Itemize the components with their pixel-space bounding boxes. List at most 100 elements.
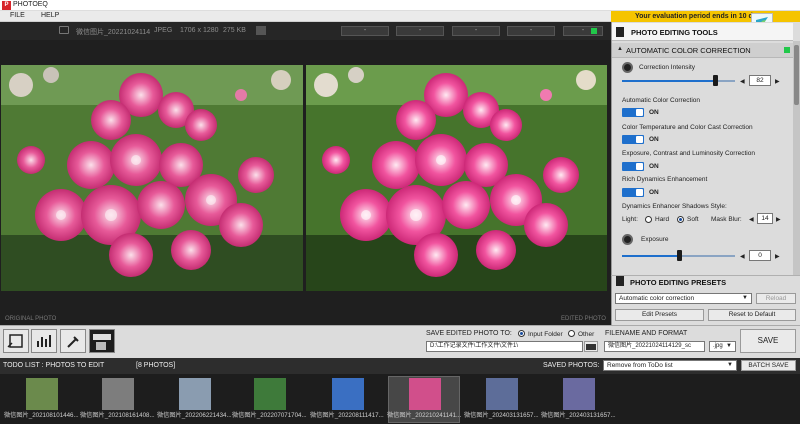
edit-presets-button[interactable]: Edit Presets — [615, 309, 704, 321]
original-photo-caption: ORIGINAL PHOTO — [5, 316, 57, 322]
mask-blur-value[interactable]: 14 — [757, 213, 773, 224]
thumbnail-caption: 微信图片_202403131657... — [464, 412, 539, 419]
collapse-icon[interactable]: ▲ — [617, 46, 623, 52]
thumbnail-image[interactable] — [102, 378, 134, 410]
hard-label: Hard — [655, 216, 670, 223]
shadows-style-label: Dynamics Enhancer Shadows Style: — [622, 203, 727, 210]
saved-chevron-down-icon: ▼ — [727, 362, 733, 368]
todo-count: [8 PHOTOS] — [136, 362, 176, 369]
image-filename: 微信图片_20221024114 — [76, 29, 151, 36]
color-temp-toggle[interactable] — [622, 135, 644, 144]
saved-photos-label: SAVED PHOTOS: — [543, 362, 600, 369]
crop-tool-button[interactable] — [3, 329, 29, 353]
input-folder-radio[interactable] — [518, 330, 525, 337]
tools-title: PHOTO EDITING TOOLS — [631, 28, 718, 37]
menu-help[interactable]: HELP — [41, 12, 59, 19]
view-button-2[interactable]: - — [396, 26, 444, 36]
thumbnail-image[interactable] — [332, 378, 364, 410]
format-select[interactable]: .jpg ▼ — [709, 341, 736, 352]
batch-save-button[interactable]: BATCH SAVE — [741, 360, 796, 371]
mask-blur-decrease-icon[interactable]: ◀ — [749, 216, 754, 223]
image-size: 275 KB — [223, 27, 246, 34]
saved-photos-select[interactable]: Remove from ToDo list ▼ — [603, 360, 737, 371]
mask-blur-label: Mask Blur: — [711, 216, 742, 223]
intensity-slider-thumb[interactable] — [712, 75, 718, 86]
exposure-label: Exposure — [641, 236, 669, 243]
reload-button[interactable]: Reload — [756, 293, 796, 304]
toggle-label-auto-color: Automatic Color Correction — [622, 97, 701, 104]
view-button-5[interactable]: - — [563, 26, 603, 36]
light-label: Light: — [622, 216, 638, 223]
title-bar: P PHOTOEQ — [0, 0, 800, 11]
decrease-arrow-icon[interactable]: ◀ — [740, 78, 745, 85]
original-photo[interactable] — [1, 65, 303, 291]
compare-view-button[interactable] — [89, 329, 115, 353]
edited-photo-caption: EDITED PHOTO — [561, 316, 606, 322]
edited-photo[interactable] — [306, 65, 607, 291]
view-button-3[interactable]: - — [452, 26, 500, 36]
toggle-label-color-temp: Color Temperature and Color Cast Correct… — [622, 124, 753, 131]
intensity-value[interactable]: 82 — [749, 75, 771, 86]
view-button-1[interactable]: - — [341, 26, 389, 36]
exposure-contrast-state: ON — [649, 163, 659, 170]
toggle-label-rich-dynamics: Rich Dynamics Enhancement — [622, 176, 708, 183]
exposure-decrease-icon[interactable]: ◀ — [740, 253, 745, 260]
thumbnail-caption: 微信图片_202210241141... — [387, 412, 462, 419]
save-path-field[interactable]: D:\工作记录文件\工作文件\文件1\ — [426, 341, 583, 352]
thumbnail-caption: 微信图片_202108101446... — [4, 412, 79, 419]
thumbnail-image[interactable] — [26, 378, 58, 410]
tools-scrollbar-thumb[interactable] — [794, 45, 799, 105]
exposure-increase-icon[interactable]: ▶ — [775, 253, 780, 260]
todo-title: TODO LIST : PHOTOS TO EDIT — [3, 362, 105, 369]
section-header[interactable]: ▲ AUTOMATIC COLOR CORRECTION — [612, 43, 793, 58]
compare-icon[interactable] — [256, 26, 266, 35]
section-status-indicator — [784, 47, 790, 53]
auto-color-state: ON — [649, 109, 659, 116]
soft-radio[interactable] — [677, 216, 684, 223]
format-value: .jpg — [713, 343, 723, 349]
image-dimensions: 1706 x 1280 — [180, 27, 219, 34]
exposure-slider-fill — [622, 255, 679, 257]
preset-select[interactable]: Automatic color correction ▼ — [615, 293, 752, 304]
section-title: AUTOMATIC COLOR CORRECTION — [626, 46, 751, 55]
exposure-value[interactable]: 0 — [749, 250, 771, 261]
eyedropper-tool-button[interactable] — [60, 329, 86, 353]
save-to-label: SAVE EDITED PHOTO TO: — [426, 330, 512, 337]
thumbnail-caption: 微信图片_202108161408... — [80, 412, 155, 419]
hard-radio[interactable] — [645, 216, 652, 223]
app-title: PHOTOEQ — [13, 1, 48, 8]
intensity-slider-fill — [622, 80, 715, 82]
mask-blur-increase-icon[interactable]: ▶ — [776, 216, 781, 223]
exposure-slider-thumb[interactable] — [676, 250, 682, 261]
app-logo: P — [2, 1, 11, 10]
auto-color-toggle[interactable] — [622, 108, 644, 117]
toggle-label-exposure-contrast: Exposure, Contrast and Luminosity Correc… — [622, 150, 755, 157]
tools-header: PHOTO EDITING TOOLS — [612, 23, 793, 41]
thumbnail-image[interactable] — [563, 378, 595, 410]
chevron-down-icon: ▼ — [742, 295, 748, 301]
view-button-4[interactable]: - — [507, 26, 555, 36]
other-folder-radio[interactable] — [568, 330, 575, 337]
exposure-contrast-toggle[interactable] — [622, 162, 644, 171]
reset-default-button[interactable]: Reset to Default — [708, 309, 796, 321]
thumbnail-image[interactable] — [486, 378, 518, 410]
other-folder-label: Other — [578, 331, 595, 338]
format-chevron-down-icon: ▼ — [726, 343, 732, 349]
thumbnail-image[interactable] — [409, 378, 441, 410]
presets-icon — [616, 276, 624, 286]
image-format: JPEG — [154, 27, 173, 34]
save-button[interactable]: SAVE — [740, 329, 796, 353]
increase-arrow-icon[interactable]: ▶ — [775, 78, 780, 85]
folder-icon[interactable] — [584, 341, 598, 352]
rich-dynamics-toggle[interactable] — [622, 188, 644, 197]
thumbnail-image[interactable] — [179, 378, 211, 410]
histogram-tool-button[interactable] — [31, 329, 57, 353]
thumbnail-caption: 微信图片_202403131657... — [541, 412, 616, 419]
menu-file[interactable]: FILE — [10, 12, 25, 19]
thumbnail-caption: 微信图片_202207071704... — [232, 412, 307, 419]
thumbnail-image[interactable] — [254, 378, 286, 410]
presets-title: PHOTO EDITING PRESETS — [630, 278, 727, 287]
saved-photos-value: Remove from ToDo list — [607, 362, 673, 369]
intensity-icon — [622, 62, 633, 73]
filename-field[interactable]: 微信图片_20221024114129_sc — [604, 341, 705, 352]
